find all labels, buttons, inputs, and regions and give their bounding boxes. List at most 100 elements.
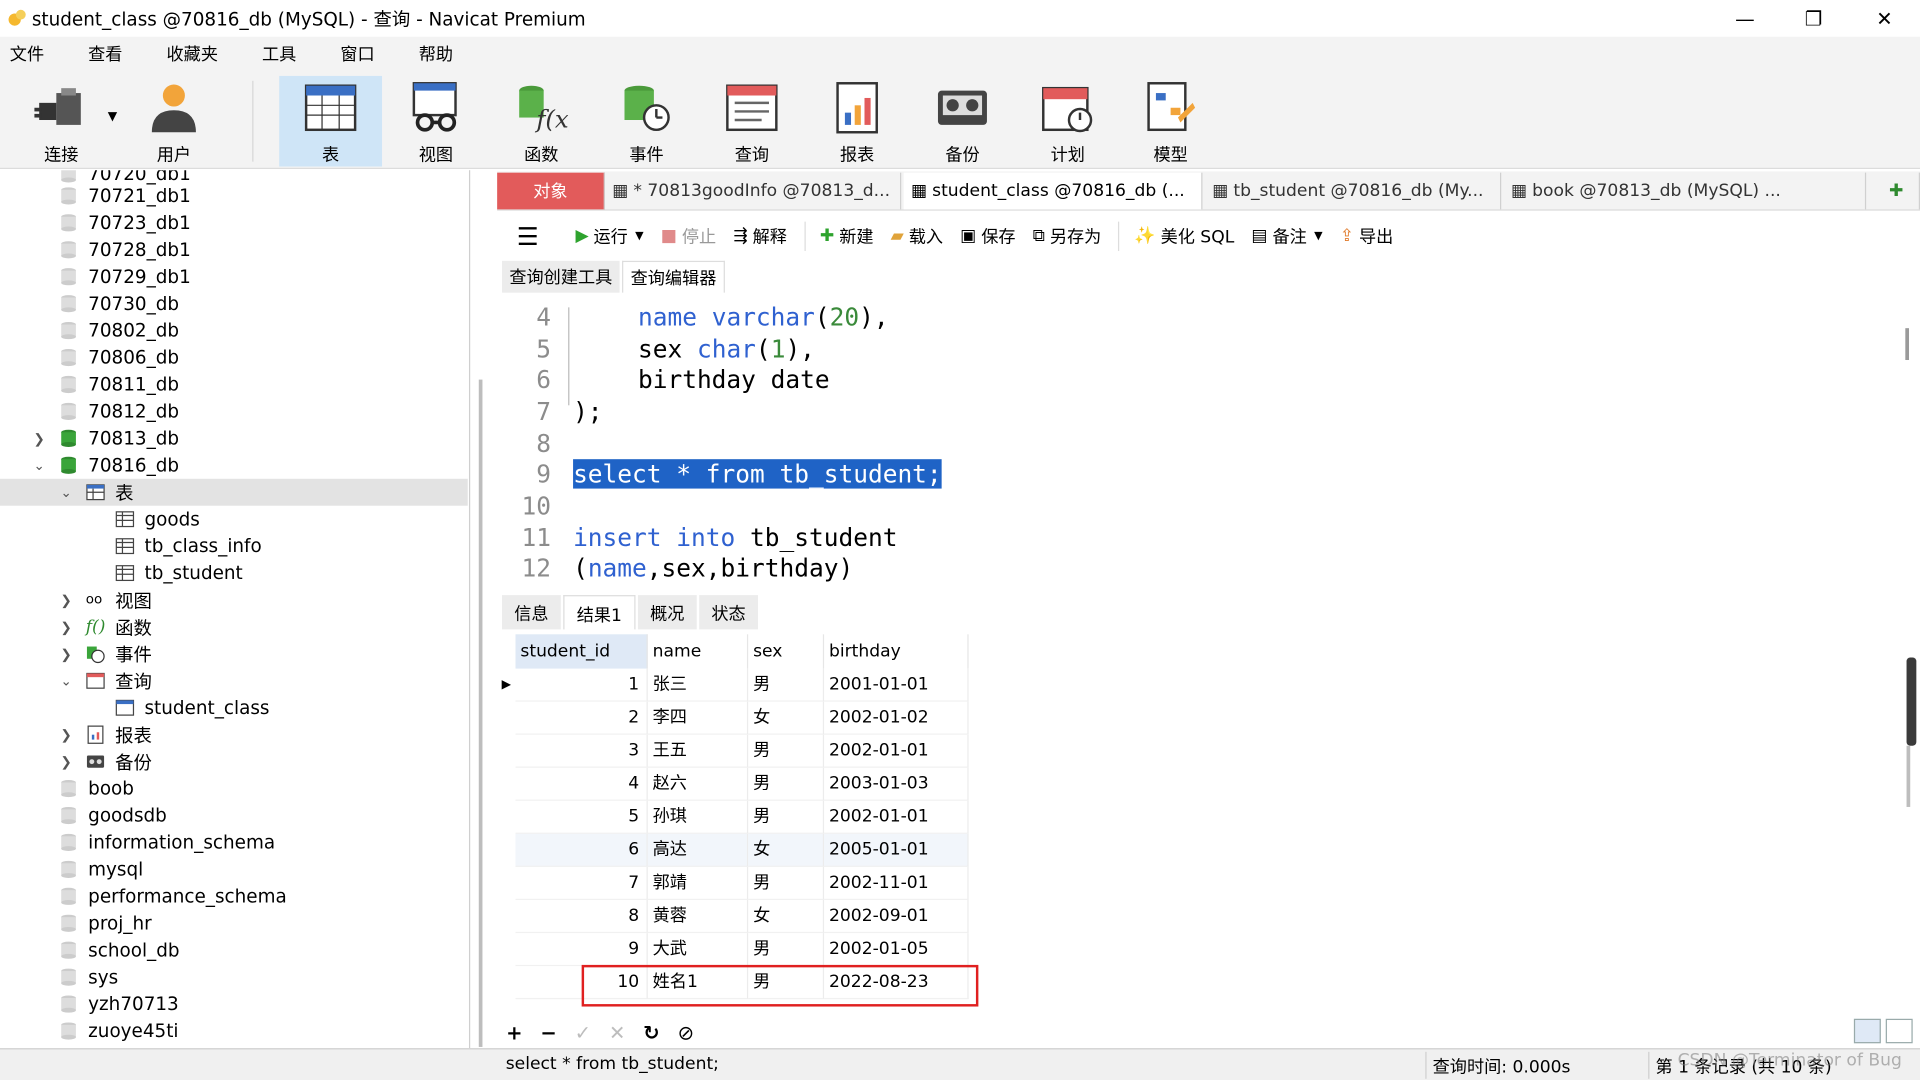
tree-db-item[interactable]: information_schema [0,829,468,856]
cell-student-id[interactable]: 3 [515,734,648,768]
stop-button[interactable]: ■ 停止 [661,224,716,248]
table-row[interactable]: 8 黄蓉女 2002-09-01 [497,900,969,934]
menu-tools[interactable]: 工具 [252,42,316,66]
backup-button[interactable]: 备份 [911,76,1014,167]
load-button[interactable]: ▰ 载入 [891,224,943,248]
tab-objects[interactable]: 对象 [497,172,605,210]
tree-db-item[interactable]: 70723_db1 [0,209,468,236]
chevron-right-icon[interactable]: ❯ [32,430,47,446]
tree-db-70813[interactable]: ❯ 70813_db [0,425,468,452]
cell-birthday[interactable]: 2001-01-01 [824,668,969,702]
restore-button[interactable]: ❐ [1778,0,1849,37]
cell-name[interactable]: 黄蓉 [647,900,749,934]
tree-backups-folder[interactable]: ❯ 备份 [0,748,468,775]
row-gutter[interactable] [497,702,515,735]
row-gutter[interactable] [497,735,515,768]
menu-favorites[interactable]: 收藏夹 [157,42,238,66]
connect-dropdown-icon[interactable]: ▼ [108,110,117,123]
tree-db-item[interactable]: 70811_db [0,371,468,398]
row-gutter[interactable] [497,900,515,933]
tree-db-70816[interactable]: ⌄ 70816_db [0,452,468,479]
cell-sex[interactable]: 女 [748,701,825,735]
chevron-right-icon[interactable]: ❯ [59,646,74,662]
cell-name[interactable]: 李四 [647,701,749,735]
tab-result1[interactable]: 结果1 [563,595,636,630]
column-header-name[interactable]: name [648,634,749,669]
cell-name[interactable]: 王五 [647,734,749,768]
tab-info[interactable]: 信息 [502,595,561,630]
tree-table-item[interactable]: tb_class_info [0,533,468,560]
tree-query-item[interactable]: student_class [0,694,468,721]
tree-db-item[interactable]: 70730_db [0,290,468,317]
cell-student-id[interactable]: 7 [515,866,648,901]
results-scrollbar[interactable] [1906,745,1911,807]
chevron-right-icon[interactable]: ❯ [59,727,74,743]
results-scrollbar-thumb[interactable] [1906,657,1917,746]
menu-view[interactable]: 查看 [78,42,142,66]
user-button[interactable]: 用户 [122,76,225,167]
tree-db-item[interactable]: 70802_db [0,317,468,344]
tab-query-builder[interactable]: 查询创建工具 [502,260,620,293]
table-row[interactable]: 5 孙琪男 2002-01-01 [497,800,969,834]
tab-overview[interactable]: 概况 [637,595,697,630]
column-header-sex[interactable]: sex [748,634,825,669]
explain-button[interactable]: ⇶ 解释 [733,224,787,248]
function-button[interactable]: f(x) 函数 [490,76,593,167]
cell-birthday[interactable]: 2002-01-01 [824,734,969,768]
cell-birthday[interactable]: 2002-01-02 [824,701,969,735]
tab-student-class[interactable]: ▦ student_class @70816_db (... [903,172,1203,210]
tree-db-item[interactable]: mysql [0,856,468,883]
cell-birthday[interactable]: 2005-01-01 [824,833,969,867]
chevron-down-icon[interactable]: ⌄ [59,484,74,500]
cell-birthday[interactable]: 2002-11-01 [824,866,969,901]
cell-birthday[interactable]: 2002-01-01 [824,800,969,834]
report-button[interactable]: 报表 [806,76,909,167]
tree-functions-folder[interactable]: ❯ f() 函数 [0,613,468,640]
cell-name[interactable]: 高达 [647,833,749,867]
cell-name[interactable]: 孙琪 [647,800,749,834]
run-button[interactable]: ▶ 运行 ▼ [575,224,643,248]
tree-db-item[interactable]: school_db [0,937,468,964]
table-row[interactable]: 3 王五男 2002-01-01 [497,734,969,768]
tree-db-item[interactable]: proj_hr [0,910,468,937]
chevron-down-icon[interactable]: ▼ [635,230,643,242]
row-gutter[interactable] [497,867,515,900]
stop-button[interactable]: ⊘ [669,1021,703,1044]
cell-student-id[interactable]: 6 [515,833,648,867]
row-gutter[interactable] [497,933,515,966]
chevron-down-icon[interactable]: ▼ [1314,230,1322,242]
menu-hamburger-icon[interactable]: ☰ [517,222,539,251]
cell-sex[interactable]: 男 [748,734,825,768]
close-button[interactable]: ✕ [1849,0,1920,37]
table-row[interactable]: 7 郭靖男 2002-11-01 [497,866,969,901]
tree-db-item[interactable]: yzh70713 [0,991,468,1018]
tree-table-item[interactable]: goods [0,506,468,533]
editor-scrollbar[interactable] [1905,328,1909,361]
query-button[interactable]: 查询 [700,76,803,167]
table-button[interactable]: 表 [279,75,383,167]
grid-view-icon[interactable] [1853,1018,1881,1044]
row-gutter[interactable] [497,801,515,834]
add-record-button[interactable]: + [497,1021,531,1044]
tree-tables-folder[interactable]: ⌄ 表 [0,478,468,506]
chevron-right-icon[interactable]: ❯ [59,619,74,635]
tree-db-item[interactable]: 70806_db [0,344,468,371]
cell-birthday[interactable]: 2003-01-03 [824,767,969,801]
cell-student-id[interactable]: 9 [515,933,648,967]
tree-db-item[interactable]: boob [0,775,468,802]
row-gutter[interactable] [497,966,515,999]
tab-status[interactable]: 状态 [699,595,758,630]
cell-name[interactable]: 郭靖 [647,866,749,901]
tree-db-item[interactable]: 70729_db1 [0,263,468,290]
table-row[interactable]: ▶ 1 张三男 2001-01-01 [497,668,969,702]
row-gutter[interactable] [497,834,515,867]
tree-db-item[interactable]: sys [0,964,468,991]
chevron-down-icon[interactable]: ⌄ [32,457,47,473]
schedule-button[interactable]: 计划 [1016,76,1119,167]
chevron-right-icon[interactable]: ❯ [59,592,74,608]
menu-file[interactable]: 文件 [0,42,64,66]
save-button[interactable]: ▣ 保存 [960,224,1015,248]
refresh-button[interactable]: ↻ [634,1021,668,1044]
cell-sex[interactable]: 男 [748,933,825,967]
connect-button[interactable]: 连接 [10,76,113,167]
